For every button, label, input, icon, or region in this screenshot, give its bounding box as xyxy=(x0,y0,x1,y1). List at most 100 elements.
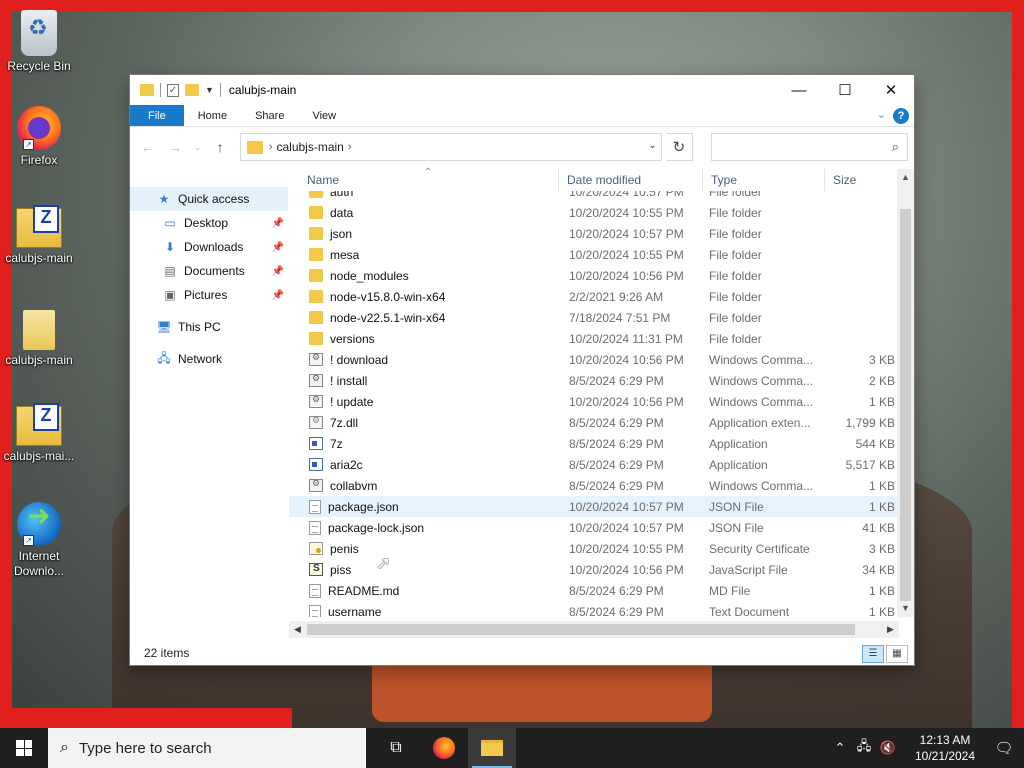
new-folder-icon[interactable] xyxy=(185,84,199,96)
start-button[interactable] xyxy=(0,728,48,768)
expand-ribbon-icon[interactable]: ⌄ xyxy=(877,108,886,121)
file-row[interactable]: package-lock.json 10/20/2024 10:57 PM JSON… xyxy=(289,517,899,538)
search-input[interactable]: ⌕ xyxy=(711,133,909,161)
tab-view[interactable]: View xyxy=(298,105,350,126)
task-view-button[interactable]: ⧉ xyxy=(372,728,420,768)
file-row[interactable]: package.json 10/20/2024 10:57 PM JSON File… xyxy=(289,496,899,517)
file-name-cell[interactable]: versions xyxy=(289,332,559,346)
file-row[interactable]: 7z 8/5/2024 6:29 PM Application 544 KB xyxy=(289,433,899,454)
file-name-cell[interactable]: collabvm xyxy=(289,478,559,493)
nav-item-quick-access[interactable]: ★ Quick access xyxy=(130,187,288,211)
file-row[interactable]: mesa 10/20/2024 10:55 PM File folder xyxy=(289,244,899,265)
column-header-date-modified[interactable]: Date modified xyxy=(559,169,703,191)
file-row[interactable]: username 8/5/2024 6:29 PM Text Document 1 K… xyxy=(289,601,899,617)
nav-item-network[interactable]: 🖧 Network xyxy=(130,347,288,371)
pin-icon[interactable]: 📌 xyxy=(272,242,284,253)
pin-icon[interactable]: 📌 xyxy=(272,266,284,277)
show-hidden-icons-icon[interactable]: ⌃ xyxy=(830,740,850,756)
maximize-button[interactable]: ☐ xyxy=(822,75,868,105)
large-icons-view-icon[interactable]: ▦ xyxy=(886,645,908,663)
notifications-icon[interactable]: 🗨 xyxy=(984,728,1024,768)
file-name-cell[interactable]: ! install xyxy=(289,373,559,388)
scrollbar-thumb[interactable] xyxy=(900,209,911,601)
file-name-cell[interactable]: 7z.dll xyxy=(289,415,559,430)
file-name-cell[interactable]: node-v22.5.1-win-x64 xyxy=(289,311,559,325)
file-name-cell[interactable]: ! update xyxy=(289,394,559,409)
file-row[interactable]: collabvm 8/5/2024 6:29 PM Windows Comma...… xyxy=(289,475,899,496)
file-name-cell[interactable]: aria2c xyxy=(289,458,559,472)
taskbar-file-explorer-button[interactable] xyxy=(468,728,516,768)
column-header-size[interactable]: Size xyxy=(825,169,885,191)
file-row[interactable]: README.md 8/5/2024 6:29 PM MD File 1 KB xyxy=(289,580,899,601)
tab-file[interactable]: File xyxy=(130,105,184,126)
file-row[interactable]: json 10/20/2024 10:57 PM File folder xyxy=(289,223,899,244)
refresh-button[interactable]: ↻ xyxy=(665,133,694,161)
file-row[interactable]: aria2c 8/5/2024 6:29 PM Application 5,517 K… xyxy=(289,454,899,475)
file-name-cell[interactable]: node-v15.8.0-win-x64 xyxy=(289,290,559,304)
file-name-cell[interactable]: mesa xyxy=(289,248,559,262)
desktop-icon-calubjs-folder[interactable]: calubjs-main xyxy=(1,306,77,368)
recent-locations-dropdown-icon[interactable]: ⌄ xyxy=(191,135,205,159)
vertical-scrollbar[interactable]: ▲ ▼ xyxy=(897,169,914,617)
up-button[interactable]: ↑ xyxy=(208,135,231,159)
scroll-right-icon[interactable]: ▶ xyxy=(882,621,899,638)
back-button[interactable]: ← xyxy=(136,135,159,159)
file-name-cell[interactable]: json xyxy=(289,227,559,241)
file-row[interactable]: versions 10/20/2024 11:31 PM File folder xyxy=(289,328,899,349)
forward-button[interactable]: → xyxy=(163,135,186,159)
file-row[interactable]: data 10/20/2024 10:55 PM File folder xyxy=(289,202,899,223)
file-row[interactable]: ! update 10/20/2024 10:56 PM Windows Comma… xyxy=(289,391,899,412)
scroll-down-icon[interactable]: ▼ xyxy=(897,600,914,617)
tab-share[interactable]: Share xyxy=(241,105,298,126)
file-name-cell[interactable]: username xyxy=(289,604,559,617)
file-name-cell[interactable]: package-lock.json xyxy=(289,520,559,535)
file-name-cell[interactable]: piss xyxy=(289,563,559,577)
pin-icon[interactable]: 📌 xyxy=(272,290,284,301)
close-button[interactable]: ✕ xyxy=(868,75,914,105)
desktop-icon-recycle-bin[interactable]: Recycle Bin xyxy=(1,10,77,74)
customize-toolbar-dropdown-icon[interactable]: ▼ xyxy=(205,85,214,95)
desktop-icon-calubjs-zip[interactable]: calubjs-main xyxy=(1,204,77,266)
file-name-cell[interactable]: data xyxy=(289,206,559,220)
address-bar[interactable]: › calubjs-main › ⌄ xyxy=(239,133,662,161)
nav-item-this-pc[interactable]: 🖥 This PC xyxy=(130,315,288,339)
file-name-cell[interactable]: ! download xyxy=(289,352,559,367)
properties-icon[interactable]: ✓ xyxy=(167,83,179,97)
desktop-icon-calubjs-zip-2[interactable]: calubjs-mai... xyxy=(1,402,77,464)
clock[interactable]: 12:13 AM 10/21/2024 xyxy=(906,732,984,764)
taskbar-firefox-button[interactable] xyxy=(420,728,468,768)
file-name-cell[interactable]: README.md xyxy=(289,583,559,598)
minimize-button[interactable]: — xyxy=(776,75,822,105)
nav-item-pictures[interactable]: ▣ Pictures 📌 xyxy=(130,283,288,307)
file-row[interactable]: node-v22.5.1-win-x64 7/18/2024 7:51 PM Fil… xyxy=(289,307,899,328)
title-bar[interactable]: ✓ ▼ calubjs-main — ☐ ✕ xyxy=(130,75,914,105)
scroll-up-icon[interactable]: ▲ xyxy=(897,169,914,186)
desktop-icon-firefox[interactable]: ↗ Firefox xyxy=(1,106,77,168)
volume-muted-icon[interactable]: 🔇 xyxy=(878,740,898,756)
tab-home[interactable]: Home xyxy=(184,105,241,126)
chevron-right-icon[interactable]: › xyxy=(269,141,273,153)
scroll-left-icon[interactable]: ◀ xyxy=(289,621,306,638)
file-name-cell[interactable]: package.json xyxy=(289,499,559,514)
nav-item-desktop[interactable]: ▭ Desktop 📌 xyxy=(130,211,288,235)
desktop-icon-internet-download-manager[interactable]: ↗ Internet Downlo... xyxy=(1,502,77,579)
taskbar-search-box[interactable]: ⌕ Type here to search xyxy=(48,728,366,768)
column-header-type[interactable]: Type xyxy=(703,169,825,191)
file-name-cell[interactable]: penis xyxy=(289,542,559,556)
breadcrumb[interactable]: calubjs-main xyxy=(276,140,343,154)
pin-icon[interactable]: 📌 xyxy=(272,218,284,229)
file-name-cell[interactable]: 7z xyxy=(289,437,559,451)
scrollbar-thumb[interactable] xyxy=(307,624,855,635)
nav-item-downloads[interactable]: ⬇ Downloads 📌 xyxy=(130,235,288,259)
file-row[interactable]: ! download 10/20/2024 10:56 PM Windows Com… xyxy=(289,349,899,370)
file-name-cell[interactable]: auth xyxy=(289,191,559,199)
file-row[interactable]: ! install 8/5/2024 6:29 PM Windows Comma..… xyxy=(289,370,899,391)
details-view-icon[interactable]: ☰ xyxy=(862,645,884,663)
help-icon[interactable]: ? xyxy=(893,108,909,124)
address-dropdown-icon[interactable]: ⌄ xyxy=(648,140,656,151)
file-row[interactable]: auth 10/20/2024 10:57 PM File folder xyxy=(289,191,899,202)
nav-item-documents[interactable]: ▤ Documents 📌 xyxy=(130,259,288,283)
file-name-cell[interactable]: node_modules xyxy=(289,269,559,283)
file-row[interactable]: node_modules 10/20/2024 10:56 PM File fold… xyxy=(289,265,899,286)
chevron-right-icon[interactable]: › xyxy=(348,141,352,153)
